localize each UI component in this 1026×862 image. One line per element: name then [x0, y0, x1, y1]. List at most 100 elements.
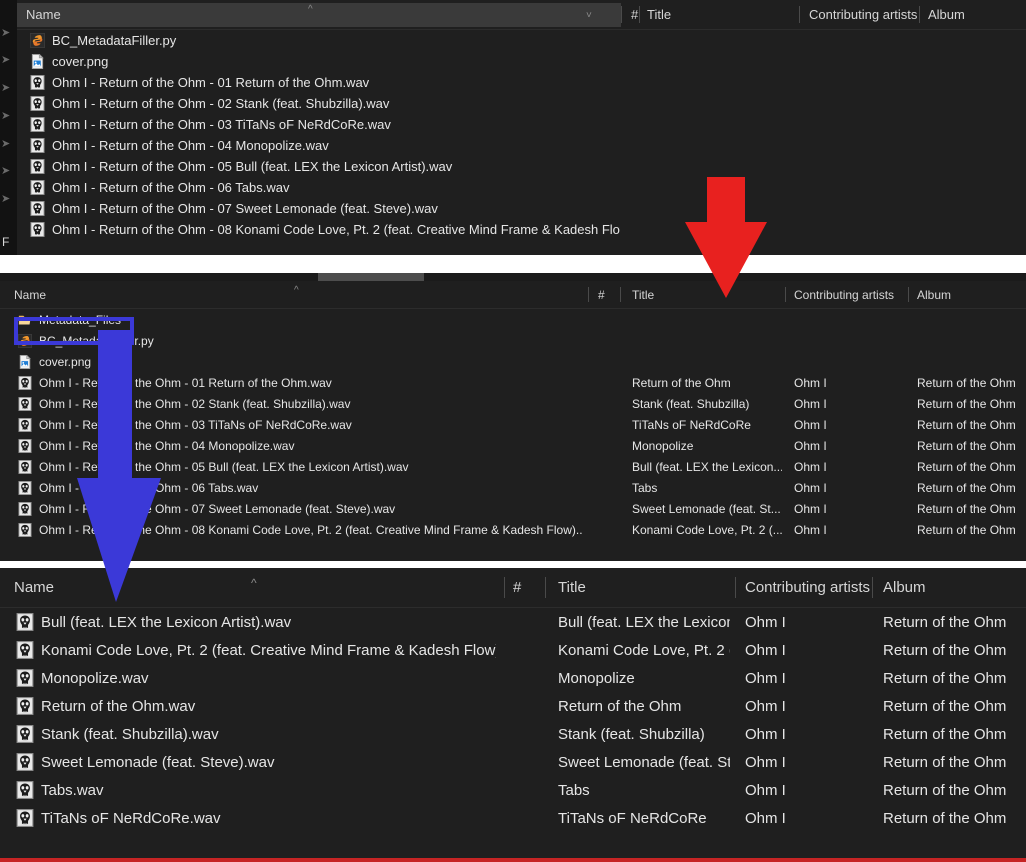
table-row[interactable]: Ohm I - Return of the Ohm - 06 Tabs.wav [0, 177, 1026, 198]
table-row[interactable]: cover.png [0, 51, 1026, 72]
cell-name[interactable]: Ohm I - Return of the Ohm - 06 Tabs.wav [18, 477, 583, 498]
table-row[interactable]: Ohm I - Return of the Ohm - 08 Konami Co… [0, 219, 1026, 240]
table-row[interactable]: Metadata_Files [0, 309, 1026, 330]
cell-name[interactable]: Tabs.wav [16, 776, 496, 804]
file-name-label: Metadata_Files [39, 312, 122, 327]
table-row[interactable]: Ohm I - Return of the Ohm - 08 Konami Co… [0, 519, 1026, 540]
cell-name[interactable]: Ohm I - Return of the Ohm - 03 TiTaNs oF… [18, 414, 583, 435]
column-header-album[interactable]: Album [917, 281, 1017, 308]
cell-name[interactable]: BC_MetadataFiller.py [30, 30, 620, 51]
table-row[interactable]: Ohm I - Return of the Ohm - 07 Sweet Lem… [0, 498, 1026, 519]
cell-name[interactable]: Ohm I - Return of the Ohm - 07 Sweet Lem… [30, 198, 620, 219]
cell-name[interactable]: Bull (feat. LEX the Lexicon Artist).wav [16, 608, 496, 636]
column-header-title[interactable]: Title [647, 0, 792, 29]
cell-album: Return of the Ohm [883, 725, 1007, 743]
cell-name[interactable]: Ohm I - Return of the Ohm - 03 TiTaNs oF… [30, 114, 620, 135]
table-row[interactable]: TiTaNs oF NeRdCoRe.wav TiTaNs oF NeRdCoRe… [0, 804, 1026, 832]
column-header-contributing-artists[interactable]: Contributing artists [745, 568, 875, 607]
column-separator[interactable] [588, 286, 589, 303]
table-row[interactable]: Bull (feat. LEX the Lexicon Artist).wav B… [0, 608, 1026, 636]
column-separator[interactable] [545, 576, 546, 599]
column-header-contributing-artists[interactable]: Contributing artists [809, 0, 919, 29]
table-row[interactable]: BC_MetadataFiller.py [0, 330, 1026, 351]
column-header-title[interactable]: Title [558, 568, 728, 607]
column-header-album[interactable]: Album [883, 568, 1018, 607]
cell-name[interactable]: Ohm I - Return of the Ohm - 01 Return of… [18, 372, 583, 393]
cell-name[interactable]: Monopolize.wav [16, 664, 496, 692]
cell-album: Return of the Ohm [883, 753, 1007, 771]
column-separator[interactable] [919, 6, 920, 23]
sort-ascending-caret-icon[interactable]: ^ [308, 5, 313, 15]
wav-audio-file-icon [30, 75, 45, 90]
table-row[interactable]: Return of the Ohm.wav Return of the Ohm Oh… [0, 692, 1026, 720]
column-header-number[interactable]: # [598, 281, 612, 308]
table-row[interactable]: BC_MetadataFiller.py [0, 30, 1026, 51]
table-row[interactable]: Konami Code Love, Pt. 2 (feat. Creative … [0, 636, 1026, 664]
sort-ascending-caret-icon[interactable]: ^ [251, 577, 257, 589]
cell-name[interactable]: Ohm I - Return of the Ohm - 08 Konami Co… [18, 519, 583, 540]
horizontal-scrollbar-thumb[interactable] [318, 273, 424, 281]
table-row[interactable]: Ohm I - Return of the Ohm - 03 TiTaNs oF… [0, 114, 1026, 135]
table-row[interactable]: Ohm I - Return of the Ohm - 01 Return of… [0, 72, 1026, 93]
table-row[interactable]: Ohm I - Return of the Ohm - 03 TiTaNs oF… [0, 414, 1026, 435]
cell-album [928, 156, 1022, 177]
table-row[interactable]: Sweet Lemonade (feat. Steve).wav Sweet Le… [0, 748, 1026, 776]
cell-name[interactable]: Konami Code Love, Pt. 2 (feat. Creative … [16, 636, 496, 664]
column-separator[interactable] [872, 576, 873, 599]
table-row[interactable]: Ohm I - Return of the Ohm - 06 Tabs.wav T… [0, 477, 1026, 498]
cell-name[interactable]: Stank (feat. Shubzilla).wav [16, 720, 496, 748]
table-row[interactable]: Ohm I - Return of the Ohm - 05 Bull (fea… [0, 156, 1026, 177]
column-header-number[interactable]: # [513, 568, 533, 607]
column-separator[interactable] [621, 6, 622, 23]
cell-name[interactable]: Ohm I - Return of the Ohm - 02 Stank (fe… [30, 93, 620, 114]
table-row[interactable]: Ohm I - Return of the Ohm - 01 Return of… [0, 372, 1026, 393]
column-header-number[interactable]: # [631, 0, 645, 29]
cell-artists [794, 351, 904, 372]
horizontal-scrollbar-track[interactable] [0, 273, 1026, 281]
sort-ascending-caret-icon[interactable]: ^ [294, 286, 299, 296]
column-header-name[interactable]: Name [26, 0, 301, 29]
cell-name[interactable]: Sweet Lemonade (feat. Steve).wav [16, 748, 496, 776]
cell-name[interactable]: TiTaNs oF NeRdCoRe.wav [16, 804, 496, 832]
table-row[interactable]: Ohm I - Return of the Ohm - 04 Monopoliz… [0, 435, 1026, 456]
cell-name[interactable]: cover.png [18, 351, 583, 372]
table-row[interactable]: cover.png [0, 351, 1026, 372]
column-separator[interactable] [639, 6, 640, 23]
column-header-title[interactable]: Title [632, 281, 772, 308]
cell-name[interactable]: Ohm I - Return of the Ohm - 01 Return of… [30, 72, 620, 93]
cell-number [598, 498, 612, 519]
cell-name[interactable]: Ohm I - Return of the Ohm - 08 Konami Co… [30, 219, 620, 240]
column-separator[interactable] [908, 286, 909, 303]
cell-name[interactable]: Ohm I - Return of the Ohm - 04 Monopoliz… [18, 435, 583, 456]
cell-name[interactable]: Ohm I - Return of the Ohm - 05 Bull (fea… [30, 156, 620, 177]
column-separator[interactable] [504, 576, 505, 599]
table-row[interactable]: Tabs.wav Tabs Ohm I Return of the Ohm [0, 776, 1026, 804]
cell-name[interactable]: BC_MetadataFiller.py [18, 330, 583, 351]
cell-name[interactable]: Ohm I - Return of the Ohm - 05 Bull (fea… [18, 456, 583, 477]
column-separator[interactable] [799, 6, 800, 23]
table-row[interactable]: Ohm I - Return of the Ohm - 04 Monopoliz… [0, 135, 1026, 156]
table-row[interactable]: Ohm I - Return of the Ohm - 05 Bull (fea… [0, 456, 1026, 477]
cell-name[interactable]: cover.png [30, 51, 620, 72]
cell-name[interactable]: Metadata_Files [18, 309, 583, 330]
column-header-album[interactable]: Album [928, 0, 1018, 29]
table-row[interactable]: Monopolize.wav Monopolize Ohm I Return of t… [0, 664, 1026, 692]
chevron-down-icon[interactable]: ˅ [586, 11, 592, 21]
column-separator[interactable] [735, 576, 736, 599]
table-row[interactable]: Stank (feat. Shubzilla).wav Stank (feat. … [0, 720, 1026, 748]
column-header-name[interactable]: Name [14, 281, 284, 308]
table-row[interactable]: Ohm I - Return of the Ohm - 07 Sweet Lem… [0, 198, 1026, 219]
cell-name[interactable]: Ohm I - Return of the Ohm - 04 Monopoliz… [30, 135, 620, 156]
table-row[interactable]: Ohm I - Return of the Ohm - 02 Stank (fe… [0, 393, 1026, 414]
cell-name[interactable]: Ohm I - Return of the Ohm - 02 Stank (fe… [18, 393, 583, 414]
table-row[interactable]: Ohm I - Return of the Ohm - 02 Stank (fe… [0, 93, 1026, 114]
column-header-name[interactable]: Name [14, 568, 244, 607]
cell-name[interactable]: Ohm I - Return of the Ohm - 07 Sweet Lem… [18, 498, 583, 519]
column-separator[interactable] [785, 286, 786, 303]
cell-name[interactable]: Return of the Ohm.wav [16, 692, 496, 720]
column-separator[interactable] [620, 286, 621, 303]
column-header-contributing-artists[interactable]: Contributing artists [794, 281, 904, 308]
cell-number [631, 72, 645, 93]
panel-gap-2 [0, 561, 1026, 568]
cell-name[interactable]: Ohm I - Return of the Ohm - 06 Tabs.wav [30, 177, 620, 198]
